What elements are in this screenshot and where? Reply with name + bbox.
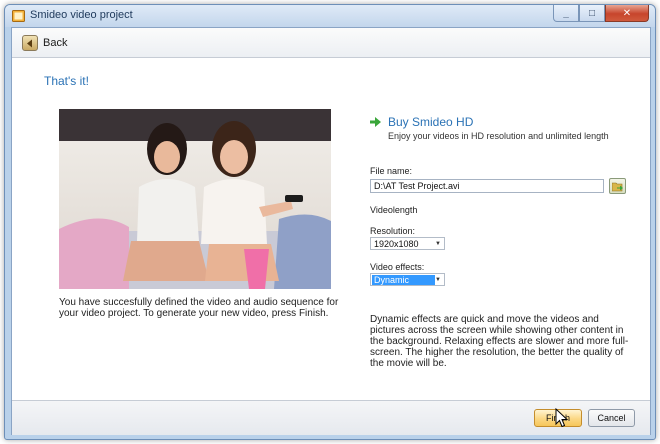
back-button[interactable]: Back bbox=[22, 34, 67, 52]
video-effects-label: Video effects: bbox=[370, 262, 425, 272]
title-bar[interactable]: Smideo video project _ □ ✕ bbox=[5, 5, 655, 27]
resolution-label: Resolution: bbox=[370, 226, 416, 236]
app-icon bbox=[12, 10, 25, 22]
page-title: That's it! bbox=[44, 74, 89, 88]
back-label: Back bbox=[43, 37, 68, 49]
resolution-select[interactable]: 1920x1080 ▼ bbox=[370, 237, 445, 250]
video-effects-select[interactable]: Dynamic ▼ bbox=[370, 273, 445, 286]
back-arrow-icon bbox=[22, 35, 38, 51]
file-name-label: File name: bbox=[370, 166, 413, 176]
browse-button[interactable] bbox=[609, 178, 626, 194]
buy-hd-title[interactable]: Buy Smideo HD bbox=[388, 115, 473, 129]
summary-text: You have succesfully defined the video a… bbox=[59, 297, 339, 319]
minimize-icon: _ bbox=[563, 7, 569, 19]
minimize-button[interactable]: _ bbox=[553, 5, 579, 22]
preview-photo bbox=[59, 109, 331, 289]
wizard-panel: Back That's it! You have succesfully def… bbox=[11, 27, 651, 435]
maximize-button[interactable]: □ bbox=[579, 5, 605, 22]
preview-image bbox=[59, 109, 331, 289]
green-arrow-icon bbox=[370, 117, 381, 127]
resolution-value: 1920x1080 bbox=[374, 238, 419, 249]
chevron-down-icon: ▼ bbox=[435, 240, 441, 247]
cancel-button[interactable]: Cancel bbox=[588, 409, 635, 427]
window-title: Smideo video project bbox=[30, 9, 133, 21]
close-icon: ✕ bbox=[622, 7, 632, 19]
mouse-pointer-icon bbox=[555, 408, 569, 428]
navigation-bar: Back bbox=[12, 28, 650, 58]
video-effects-value: Dynamic bbox=[372, 274, 436, 285]
chevron-down-icon: ▼ bbox=[435, 276, 441, 283]
buy-hd-subtitle: Enjoy your videos in HD resolution and u… bbox=[388, 131, 609, 141]
close-button[interactable]: ✕ bbox=[605, 5, 649, 22]
videolength-label: Videolength bbox=[370, 205, 418, 215]
app-window: Smideo video project _ □ ✕ Back That's i… bbox=[4, 4, 656, 440]
browse-folder-icon bbox=[611, 182, 623, 191]
effects-help-text: Dynamic effects are quick and move the v… bbox=[370, 314, 629, 369]
file-name-input[interactable] bbox=[370, 179, 604, 193]
window-controls: _ □ ✕ bbox=[553, 5, 649, 22]
maximize-icon: □ bbox=[588, 7, 596, 19]
